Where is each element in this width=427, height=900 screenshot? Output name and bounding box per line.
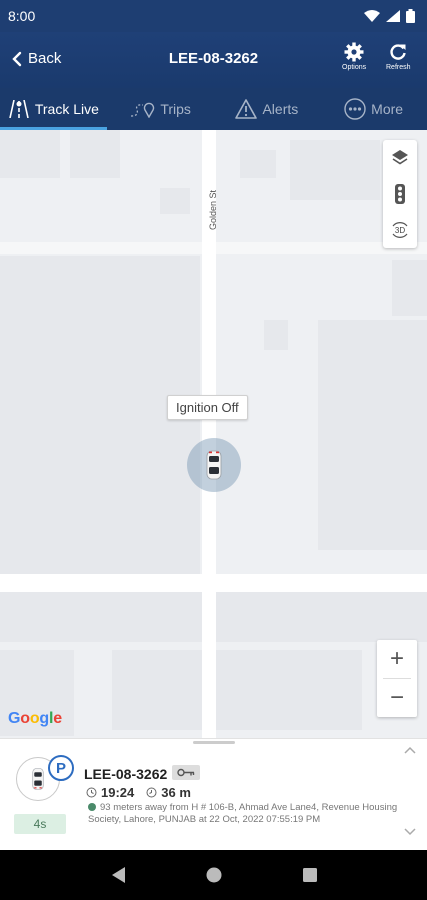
- key-icon: [177, 768, 195, 777]
- tab-alerts[interactable]: Alerts: [214, 88, 321, 130]
- traffic-button[interactable]: [383, 176, 417, 212]
- car-icon: [32, 768, 44, 790]
- map-block: [70, 130, 120, 178]
- tab-label: More: [371, 101, 404, 117]
- vehicle-address: 93 meters away from H # 106-B, Ahmad Ave…: [88, 802, 400, 826]
- map-block: [392, 260, 427, 316]
- tab-label: Trips: [160, 101, 191, 117]
- google-logo: Google: [8, 710, 62, 727]
- status-icons: [364, 9, 415, 23]
- layers-icon: [392, 150, 408, 165]
- map-block: [264, 320, 288, 350]
- chevron-down-icon[interactable]: [403, 827, 417, 837]
- tab-label: Alerts: [262, 101, 299, 117]
- map-controls: 3D: [383, 140, 417, 248]
- map-block: [160, 188, 190, 214]
- sheet-handle[interactable]: [193, 741, 235, 744]
- street-label: Golden St: [208, 189, 218, 230]
- chevron-up-icon[interactable]: [403, 745, 417, 755]
- zoom-controls: + −: [377, 640, 417, 717]
- map-block: [290, 140, 380, 200]
- map-block: [318, 320, 427, 550]
- vehicle-marker[interactable]: [187, 438, 241, 492]
- zoom-out-button[interactable]: −: [377, 679, 417, 717]
- refresh-button[interactable]: Refresh: [386, 42, 411, 71]
- map-road: [0, 574, 427, 592]
- warning-icon: [235, 99, 258, 119]
- vehicle-time: 19:24: [101, 785, 135, 800]
- parking-badge: P: [48, 755, 74, 781]
- more-dots-icon: [344, 98, 366, 120]
- tab-more[interactable]: More: [320, 88, 427, 130]
- status-dot: [88, 803, 96, 811]
- map-block: [112, 650, 362, 730]
- road-icon: [9, 100, 29, 118]
- app-screen: 8:00 Back LEE-08-3262 Options Refresh Tr…: [0, 0, 427, 900]
- map-view[interactable]: Golden St 3D Ignition Off + − Google: [0, 130, 427, 738]
- tab-track-live[interactable]: Track Live: [0, 88, 107, 130]
- signal-icon: [386, 10, 400, 22]
- map-block: [0, 130, 60, 178]
- refresh-icon: [390, 44, 406, 60]
- tab-bar: Track Live Trips Alerts More: [0, 88, 427, 130]
- recents-nav-icon[interactable]: [302, 868, 317, 882]
- vehicle-plate: LEE-08-3262: [84, 766, 168, 782]
- car-icon: [206, 450, 222, 480]
- refresh-label: Refresh: [386, 64, 411, 71]
- clock-icon: [86, 787, 97, 798]
- system-nav-bar: [0, 850, 427, 900]
- back-nav-icon[interactable]: [110, 866, 126, 884]
- layers-button[interactable]: [383, 140, 417, 176]
- gear-icon: [344, 42, 364, 62]
- vehicle-meta-row: 19:24 36 m: [86, 785, 191, 800]
- home-nav-icon[interactable]: [206, 867, 222, 883]
- map-block: [240, 150, 276, 178]
- timer-icon: [146, 787, 157, 798]
- battery-icon: [406, 9, 415, 23]
- route-pin-icon: [131, 102, 155, 118]
- app-header: Back LEE-08-3262 Options Refresh: [0, 32, 427, 88]
- wifi-icon: [364, 10, 380, 22]
- three-d-button[interactable]: 3D: [383, 212, 417, 248]
- options-button[interactable]: Options: [342, 42, 366, 71]
- status-bar: 8:00: [0, 0, 427, 32]
- three-d-label: 3D: [394, 225, 406, 235]
- status-time: 8:00: [8, 8, 36, 24]
- marker-label: Ignition Off: [167, 395, 248, 420]
- ignition-key-badge: [172, 765, 200, 780]
- duration-chip: 4s: [14, 814, 66, 834]
- tab-trips[interactable]: Trips: [107, 88, 214, 130]
- traffic-light-icon: [395, 184, 405, 204]
- options-label: Options: [342, 64, 367, 71]
- vehicle-info-sheet: P 4s LEE-08-3262 19:24 36 m 93 meters aw…: [0, 738, 427, 850]
- zoom-in-button[interactable]: +: [377, 640, 417, 678]
- stop-duration: 36 m: [161, 785, 191, 800]
- tab-label: Track Live: [34, 101, 99, 117]
- address-text: 93 meters away from H # 106-B, Ahmad Ave…: [88, 802, 398, 825]
